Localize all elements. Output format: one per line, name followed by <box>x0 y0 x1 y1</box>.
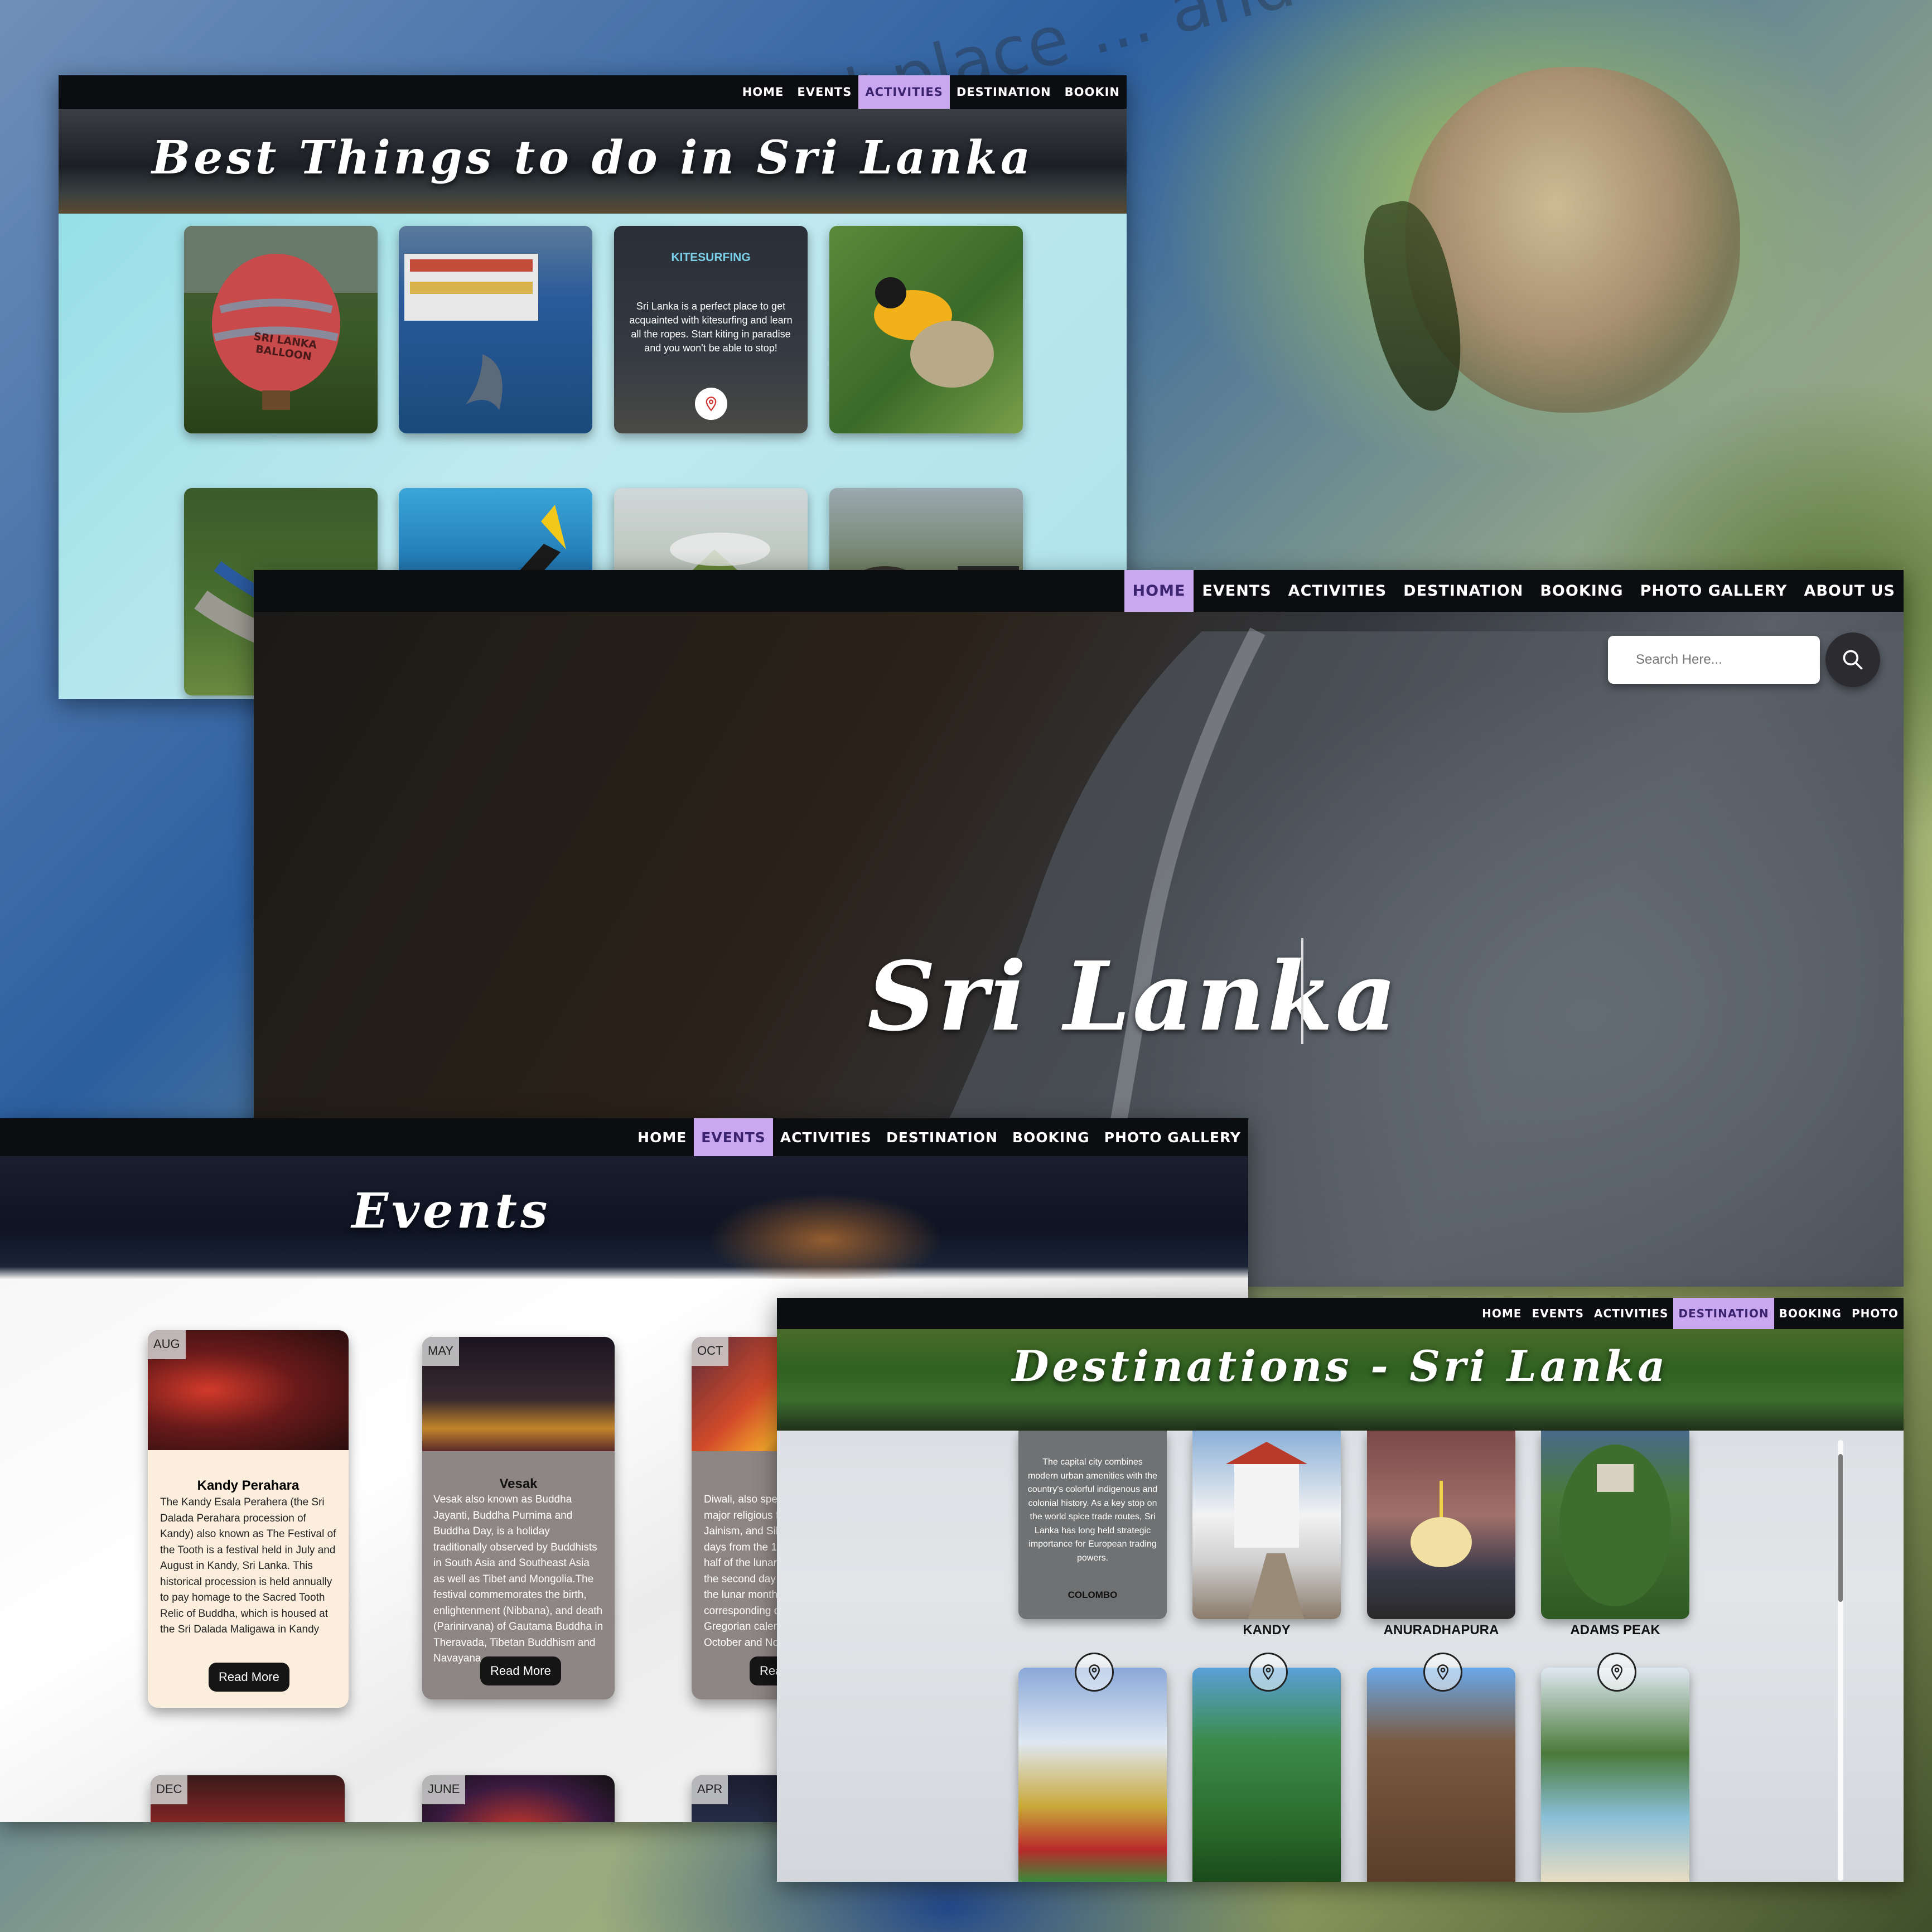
nav-destination[interactable]: DESTINATION <box>1673 1298 1774 1329</box>
event-description: Vesak also known as Buddha Jayanti, Budd… <box>433 1494 603 1664</box>
search-input[interactable] <box>1635 651 1804 668</box>
event-month-badge: AUG <box>148 1330 186 1359</box>
event-title: Kandy Perahara <box>197 1478 300 1493</box>
activity-card-whale-watching[interactable] <box>399 226 592 433</box>
nav-booking[interactable]: BOOKING <box>1774 1298 1847 1329</box>
events-page-title: Events <box>351 1183 551 1239</box>
event-card-vesak: MAY Vesak Vesak also known as Buddha Jay… <box>422 1337 615 1699</box>
nav-home[interactable]: HOME <box>630 1118 694 1156</box>
read-more-button[interactable]: Read More <box>209 1663 289 1692</box>
whale-watching-image <box>404 254 538 410</box>
nav-destination[interactable]: DESTINATION <box>950 75 1058 109</box>
nav-photo-gallery[interactable]: PHOTO GALLERY <box>1097 1118 1248 1156</box>
nav-events[interactable]: EVENTS <box>790 75 858 109</box>
hot-air-balloon-image <box>184 226 378 410</box>
colombo-location-button[interactable] <box>1075 1653 1114 1692</box>
nav-activities[interactable]: ACTIVITIES <box>773 1118 879 1156</box>
home-hero-title: Sri Lanka <box>867 941 1399 1052</box>
event-card-june: JUNE <box>422 1775 615 1822</box>
destination-card-adams-peak[interactable] <box>1541 1431 1689 1619</box>
destination-nav-bar: HOME EVENTS ACTIVITIES DESTINATION BOOKI… <box>777 1298 1904 1329</box>
destination-hero-banner: Destinations - Sri Lanka <box>777 1329 1904 1431</box>
search-button[interactable] <box>1825 632 1880 687</box>
nav-booking[interactable]: BOOKIN <box>1058 75 1127 109</box>
nav-destination[interactable]: DESTINATION <box>879 1118 1005 1156</box>
event-month-badge: APR <box>692 1775 728 1804</box>
event-month-badge: DEC <box>151 1775 188 1804</box>
destination-card-kandy[interactable] <box>1192 1431 1341 1619</box>
destination-label-kandy: KANDY <box>1243 1622 1291 1638</box>
kandy-location-button[interactable] <box>1249 1653 1288 1692</box>
destination-card-colombo[interactable]: The capital city combines modern urban a… <box>1018 1431 1167 1619</box>
anuradhapura-location-button[interactable] <box>1423 1653 1462 1692</box>
kandy-temple-image <box>1226 1442 1307 1619</box>
destination-card-polonnaruwa[interactable] <box>1367 1668 1515 1882</box>
bird-watching-image <box>874 277 994 388</box>
event-title: Vesak <box>499 1476 538 1491</box>
event-description: The Kandy Esala Perahera (the Sri Dalada… <box>160 1496 336 1635</box>
colombo-description: The capital city combines modern urban a… <box>1027 1457 1158 1563</box>
nav-events[interactable]: EVENTS <box>1527 1298 1589 1329</box>
nav-home[interactable]: HOME <box>736 75 791 109</box>
nav-events[interactable]: EVENTS <box>694 1118 773 1156</box>
read-more-button[interactable]: Read More <box>480 1656 561 1685</box>
kitesurfing-location-button[interactable] <box>695 388 727 420</box>
destination-label-anuradhapura: ANURADHAPURA <box>1383 1622 1499 1638</box>
map-pin-icon <box>1611 1664 1623 1680</box>
search-field[interactable] <box>1608 636 1820 684</box>
kitesurfing-description: Sri Lanka is a perfect place to get acqu… <box>629 301 793 354</box>
nav-photo-gallery[interactable]: PHOTO <box>1847 1298 1904 1329</box>
events-nav-bar: HOME EVENTS ACTIVITIES DESTINATION BOOKI… <box>0 1118 1248 1156</box>
map-pin-icon <box>1262 1664 1274 1680</box>
search-icon <box>1843 650 1863 670</box>
event-month-badge: JUNE <box>422 1775 466 1804</box>
nav-activities[interactable]: ACTIVITIES <box>1589 1298 1673 1329</box>
activity-card-hot-air-balloon[interactable]: SRI LANKA BALLOON <box>184 226 378 433</box>
adams-peak-image <box>1559 1445 1671 1606</box>
destination-card-anuradhapura[interactable] <box>1367 1431 1515 1619</box>
event-card-kandy-perahara: AUG Kandy Perahara The Kandy Esala Perah… <box>148 1330 349 1708</box>
typing-cursor <box>1301 938 1303 1044</box>
activities-hero-banner: Best Things to do in Sri Lanka <box>59 109 1127 214</box>
activity-card-bird-watching[interactable] <box>829 226 1023 433</box>
scrollbar-thumb[interactable] <box>1838 1454 1843 1602</box>
anuradhapura-stupa-image <box>1411 1481 1472 1567</box>
nav-booking[interactable]: BOOKING <box>1005 1118 1097 1156</box>
activities-nav-bar: HOME EVENTS ACTIVITIES DESTINATION BOOKI… <box>59 75 1127 109</box>
event-month-badge: MAY <box>422 1337 460 1366</box>
map-pin-icon <box>1088 1664 1100 1680</box>
nav-activities[interactable]: ACTIVITIES <box>858 75 950 109</box>
event-month-badge: OCT <box>692 1337 729 1366</box>
map-pin-icon <box>1437 1664 1449 1680</box>
destination-card-dambulla[interactable] <box>1018 1668 1167 1882</box>
map-pin-icon <box>706 397 717 412</box>
activities-page-title: Best Things to do in Sri Lanka <box>151 131 1033 185</box>
destination-card-ella[interactable] <box>1192 1668 1341 1882</box>
event-card-christmas: DEC <box>151 1775 345 1822</box>
colombo-label: COLOMBO <box>1068 1590 1118 1600</box>
activity-card-kitesurfing[interactable]: KITESURFING Sri Lanka is a perfect place… <box>614 226 808 433</box>
kitesurfing-heading: KITESURFING <box>671 251 751 264</box>
events-hero-banner: Events <box>0 1156 1248 1279</box>
destination-page-title: Destinations - Sri Lanka <box>1012 1341 1669 1391</box>
nav-home[interactable]: HOME <box>1477 1298 1527 1329</box>
destination-label-adams-peak: ADAMS PEAK <box>1570 1622 1660 1638</box>
destination-card-beach[interactable] <box>1541 1668 1689 1882</box>
adams-peak-location-button[interactable] <box>1597 1653 1636 1692</box>
destination-page-screenshot: HOME EVENTS ACTIVITIES DESTINATION BOOKI… <box>777 1298 1904 1882</box>
